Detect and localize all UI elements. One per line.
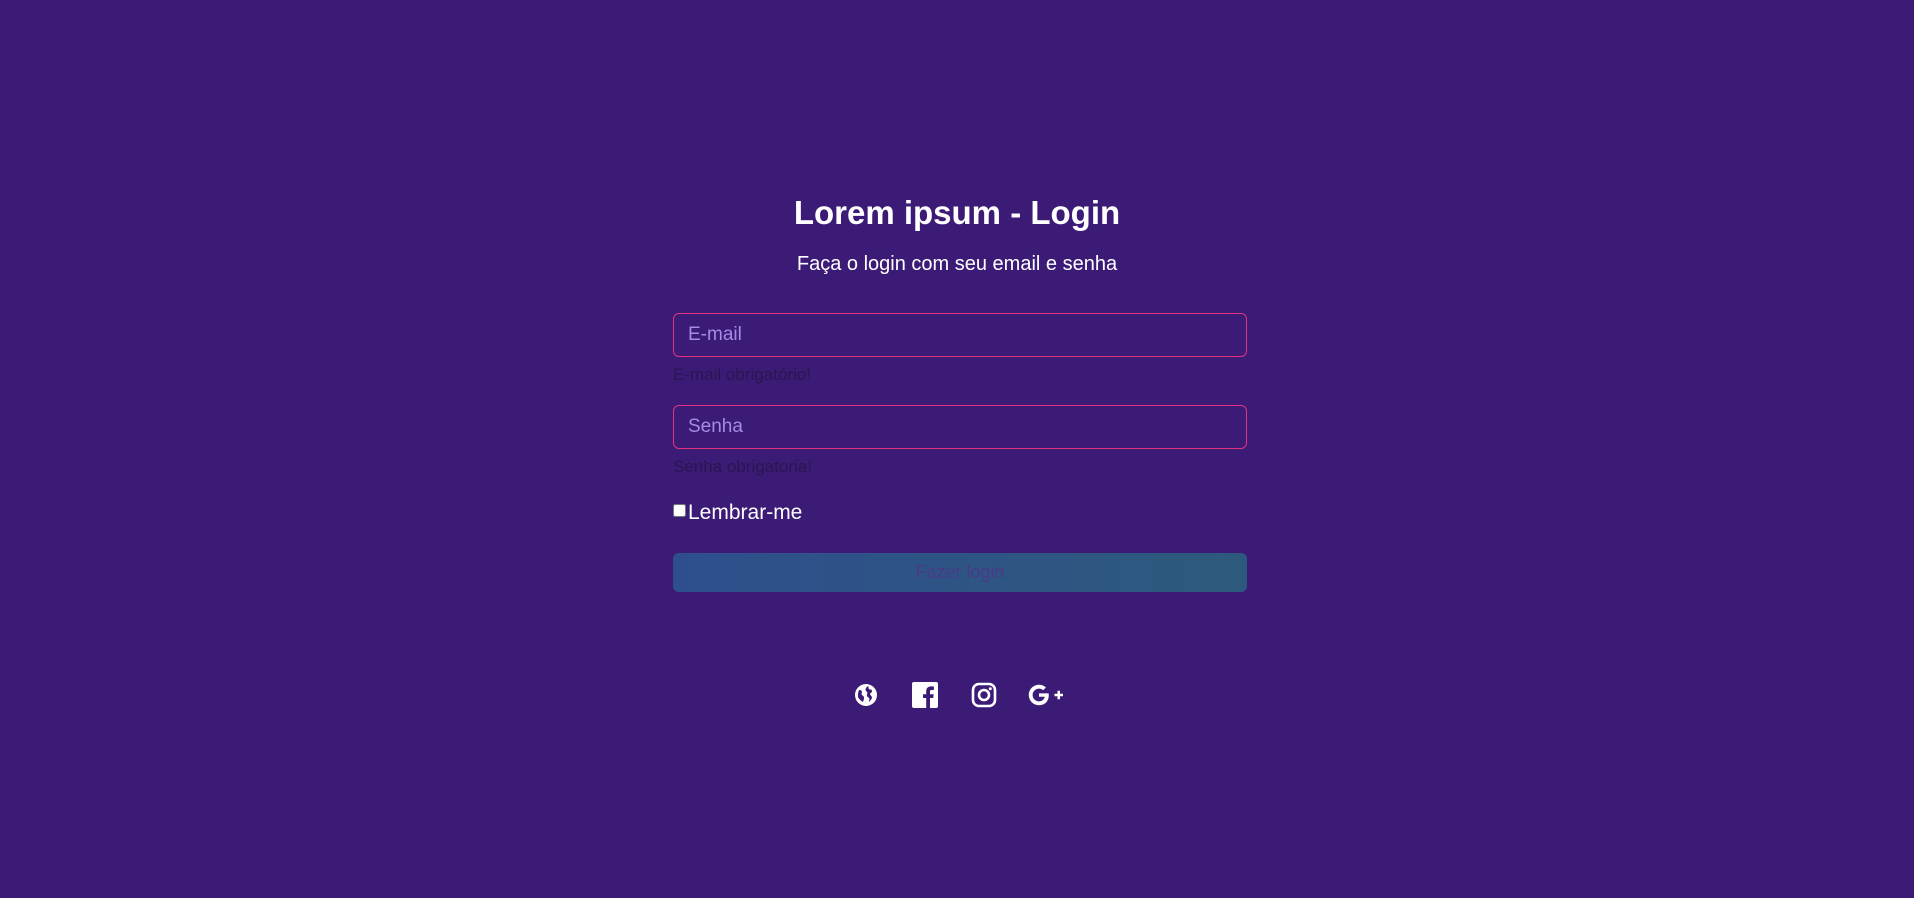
google-plus-link[interactable] [1028, 680, 1064, 710]
remember-me-checkbox[interactable] [673, 503, 686, 517]
email-error-message: E-mail obrigatório! [673, 365, 811, 384]
page-subtitle: Faça o login com seu email e senha [796, 253, 1118, 275]
instagram-icon [971, 682, 997, 708]
globe-icon [854, 683, 878, 707]
google-plus-icon [1028, 683, 1064, 707]
email-field[interactable] [673, 313, 1247, 357]
facebook-link[interactable] [910, 680, 940, 710]
instagram-link[interactable] [969, 680, 999, 710]
globe-link[interactable] [851, 680, 881, 710]
login-button[interactable]: Fazer login [673, 553, 1247, 592]
remember-me[interactable]: Lembrar-me [673, 500, 802, 526]
password-error-message: Senha obrigatoria! [673, 457, 812, 476]
facebook-icon [911, 682, 938, 708]
password-field[interactable] [673, 405, 1247, 449]
remember-me-label: Lembrar-me [688, 501, 803, 524]
social-links [0, 680, 1914, 710]
login-page: Lorem ipsum - Login Faça o login com seu… [0, 0, 1914, 898]
page-title: Lorem ipsum - Login [793, 194, 1121, 231]
